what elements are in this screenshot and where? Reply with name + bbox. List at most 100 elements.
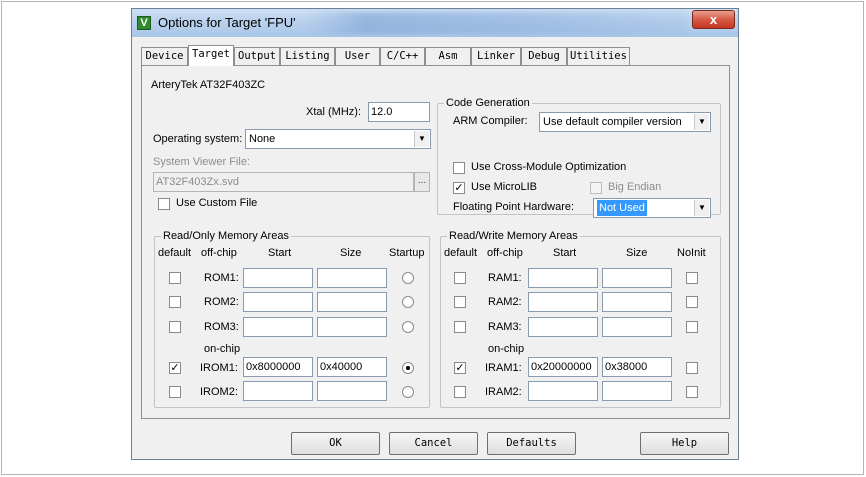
rw-header-start: Start — [553, 247, 577, 259]
rom2-startup-radio[interactable] — [402, 296, 414, 308]
ram2-size-input[interactable] — [602, 292, 672, 312]
tab-utilities[interactable]: Utilities — [567, 47, 630, 65]
irom1-default-checkbox[interactable]: ✓ — [169, 362, 181, 374]
tab-device[interactable]: Device — [141, 47, 188, 65]
code-generation-group: Code Generation ARM Compiler: Use defaul… — [437, 97, 721, 218]
svd-label: System Viewer File: — [153, 156, 250, 168]
xtal-label: Xtal (MHz): — [306, 106, 361, 118]
fpu-label: Floating Point Hardware: — [453, 201, 575, 213]
ram3-label: RAM3: — [488, 321, 522, 333]
ram3-default-checkbox[interactable] — [454, 321, 466, 333]
iram2-default-checkbox[interactable] — [454, 386, 466, 398]
microlib-label: Use MicroLIB — [471, 181, 538, 193]
ram1-noinit-checkbox[interactable] — [686, 272, 698, 284]
blurred-background — [307, 12, 687, 34]
irom1-size-input[interactable]: 0x40000 — [317, 357, 387, 377]
cancel-button[interactable]: Cancel — [389, 432, 478, 455]
rom1-start-input[interactable] — [243, 268, 313, 288]
os-select-value: None — [249, 133, 276, 145]
compiler-select[interactable]: Use default compiler version ▼ — [539, 112, 711, 132]
svd-browse-button[interactable]: ... — [414, 172, 430, 192]
keil-app-icon: V — [137, 16, 151, 30]
rom2-default-checkbox[interactable] — [169, 296, 181, 308]
ram1-size-input[interactable] — [602, 268, 672, 288]
tab-linker[interactable]: Linker — [471, 47, 521, 65]
iram1-default-checkbox[interactable]: ✓ — [454, 362, 466, 374]
rom1-startup-radio[interactable] — [402, 272, 414, 284]
options-dialog: V Options for Target 'FPU' x Device Targ… — [131, 8, 739, 460]
irom2-start-input[interactable] — [243, 381, 313, 401]
iram2-start-input[interactable] — [528, 381, 598, 401]
compiler-label: ARM Compiler: — [453, 115, 528, 127]
ro-header-default: default — [158, 247, 192, 259]
os-label: Operating system: — [153, 133, 243, 145]
irom1-startup-radio[interactable] — [402, 362, 414, 374]
ro-header-offchip: off-chip — [201, 247, 237, 259]
iram2-label: IRAM2: — [485, 386, 522, 398]
ram2-noinit-checkbox[interactable] — [686, 296, 698, 308]
iram1-start-input[interactable]: 0x20000000 — [528, 357, 598, 377]
ram2-start-input[interactable] — [528, 292, 598, 312]
rw-memory-group: Read/Write Memory Areas default off-chip… — [440, 230, 721, 408]
ram1-default-checkbox[interactable] — [454, 272, 466, 284]
ram3-noinit-checkbox[interactable] — [686, 321, 698, 333]
fpu-select-value: Not Used — [597, 200, 647, 216]
rom3-size-input[interactable] — [317, 317, 387, 337]
use-custom-file-label: Use Custom File — [176, 197, 258, 209]
rom1-default-checkbox[interactable] — [169, 272, 181, 284]
chevron-down-icon: ▼ — [414, 131, 429, 147]
cross-module-checkbox[interactable] — [453, 162, 465, 174]
tab-user[interactable]: User — [335, 47, 380, 65]
title-bar[interactable]: V Options for Target 'FPU' x — [132, 9, 738, 37]
ram2-default-checkbox[interactable] — [454, 296, 466, 308]
tab-asm[interactable]: Asm — [425, 47, 471, 65]
os-select[interactable]: None ▼ — [245, 129, 431, 149]
rom3-startup-radio[interactable] — [402, 321, 414, 333]
use-custom-file-checkbox[interactable] — [158, 198, 170, 210]
iram2-size-input[interactable] — [602, 381, 672, 401]
big-endian-label: Big Endian — [608, 181, 662, 193]
irom2-startup-radio[interactable] — [402, 386, 414, 398]
ram2-label: RAM2: — [488, 296, 522, 308]
tab-c-cpp[interactable]: C/C++ — [380, 47, 425, 65]
rom2-size-input[interactable] — [317, 292, 387, 312]
tab-output[interactable]: Output — [234, 47, 280, 65]
ro-onchip-label: on-chip — [204, 343, 241, 355]
irom2-default-checkbox[interactable] — [169, 386, 181, 398]
ram3-size-input[interactable] — [602, 317, 672, 337]
iram1-size-input[interactable]: 0x38000 — [602, 357, 672, 377]
iram2-noinit-checkbox[interactable] — [686, 386, 698, 398]
xtal-input[interactable]: 12.0 — [368, 102, 430, 122]
target-panel: ArteryTek AT32F403ZC Xtal (MHz): 12.0 Op… — [141, 65, 730, 419]
ro-memory-group: Read/Only Memory Areas default off-chip … — [154, 230, 430, 408]
iram1-label: IRAM1: — [485, 362, 522, 374]
microlib-checkbox[interactable]: ✓ — [453, 182, 465, 194]
defaults-button[interactable]: Defaults — [487, 432, 576, 455]
help-button[interactable]: Help — [640, 432, 729, 455]
rom3-start-input[interactable] — [243, 317, 313, 337]
rom2-label: ROM2: — [204, 296, 239, 308]
rom2-start-input[interactable] — [243, 292, 313, 312]
chevron-down-icon: ▼ — [694, 200, 709, 216]
rw-header-size: Size — [626, 247, 648, 259]
svd-input[interactable]: AT32F403Zx.svd — [153, 172, 414, 192]
iram1-noinit-checkbox[interactable] — [686, 362, 698, 374]
irom2-label: IROM2: — [200, 386, 238, 398]
irom1-label: IROM1: — [200, 362, 238, 374]
device-name: ArteryTek AT32F403ZC — [151, 79, 266, 91]
irom1-start-input[interactable]: 0x8000000 — [243, 357, 313, 377]
tab-target[interactable]: Target — [188, 45, 234, 66]
ok-button[interactable]: OK — [291, 432, 380, 455]
ram3-start-input[interactable] — [528, 317, 598, 337]
close-button[interactable]: x — [692, 10, 735, 29]
irom2-size-input[interactable] — [317, 381, 387, 401]
rom1-size-input[interactable] — [317, 268, 387, 288]
tab-listing[interactable]: Listing — [280, 47, 335, 65]
tab-debug[interactable]: Debug — [521, 47, 567, 65]
rom3-default-checkbox[interactable] — [169, 321, 181, 333]
ram1-start-input[interactable] — [528, 268, 598, 288]
rw-memory-title: Read/Write Memory Areas — [447, 230, 580, 242]
big-endian-checkbox[interactable] — [590, 182, 602, 194]
fpu-select[interactable]: Not Used ▼ — [593, 198, 711, 218]
rw-onchip-label: on-chip — [488, 343, 525, 355]
